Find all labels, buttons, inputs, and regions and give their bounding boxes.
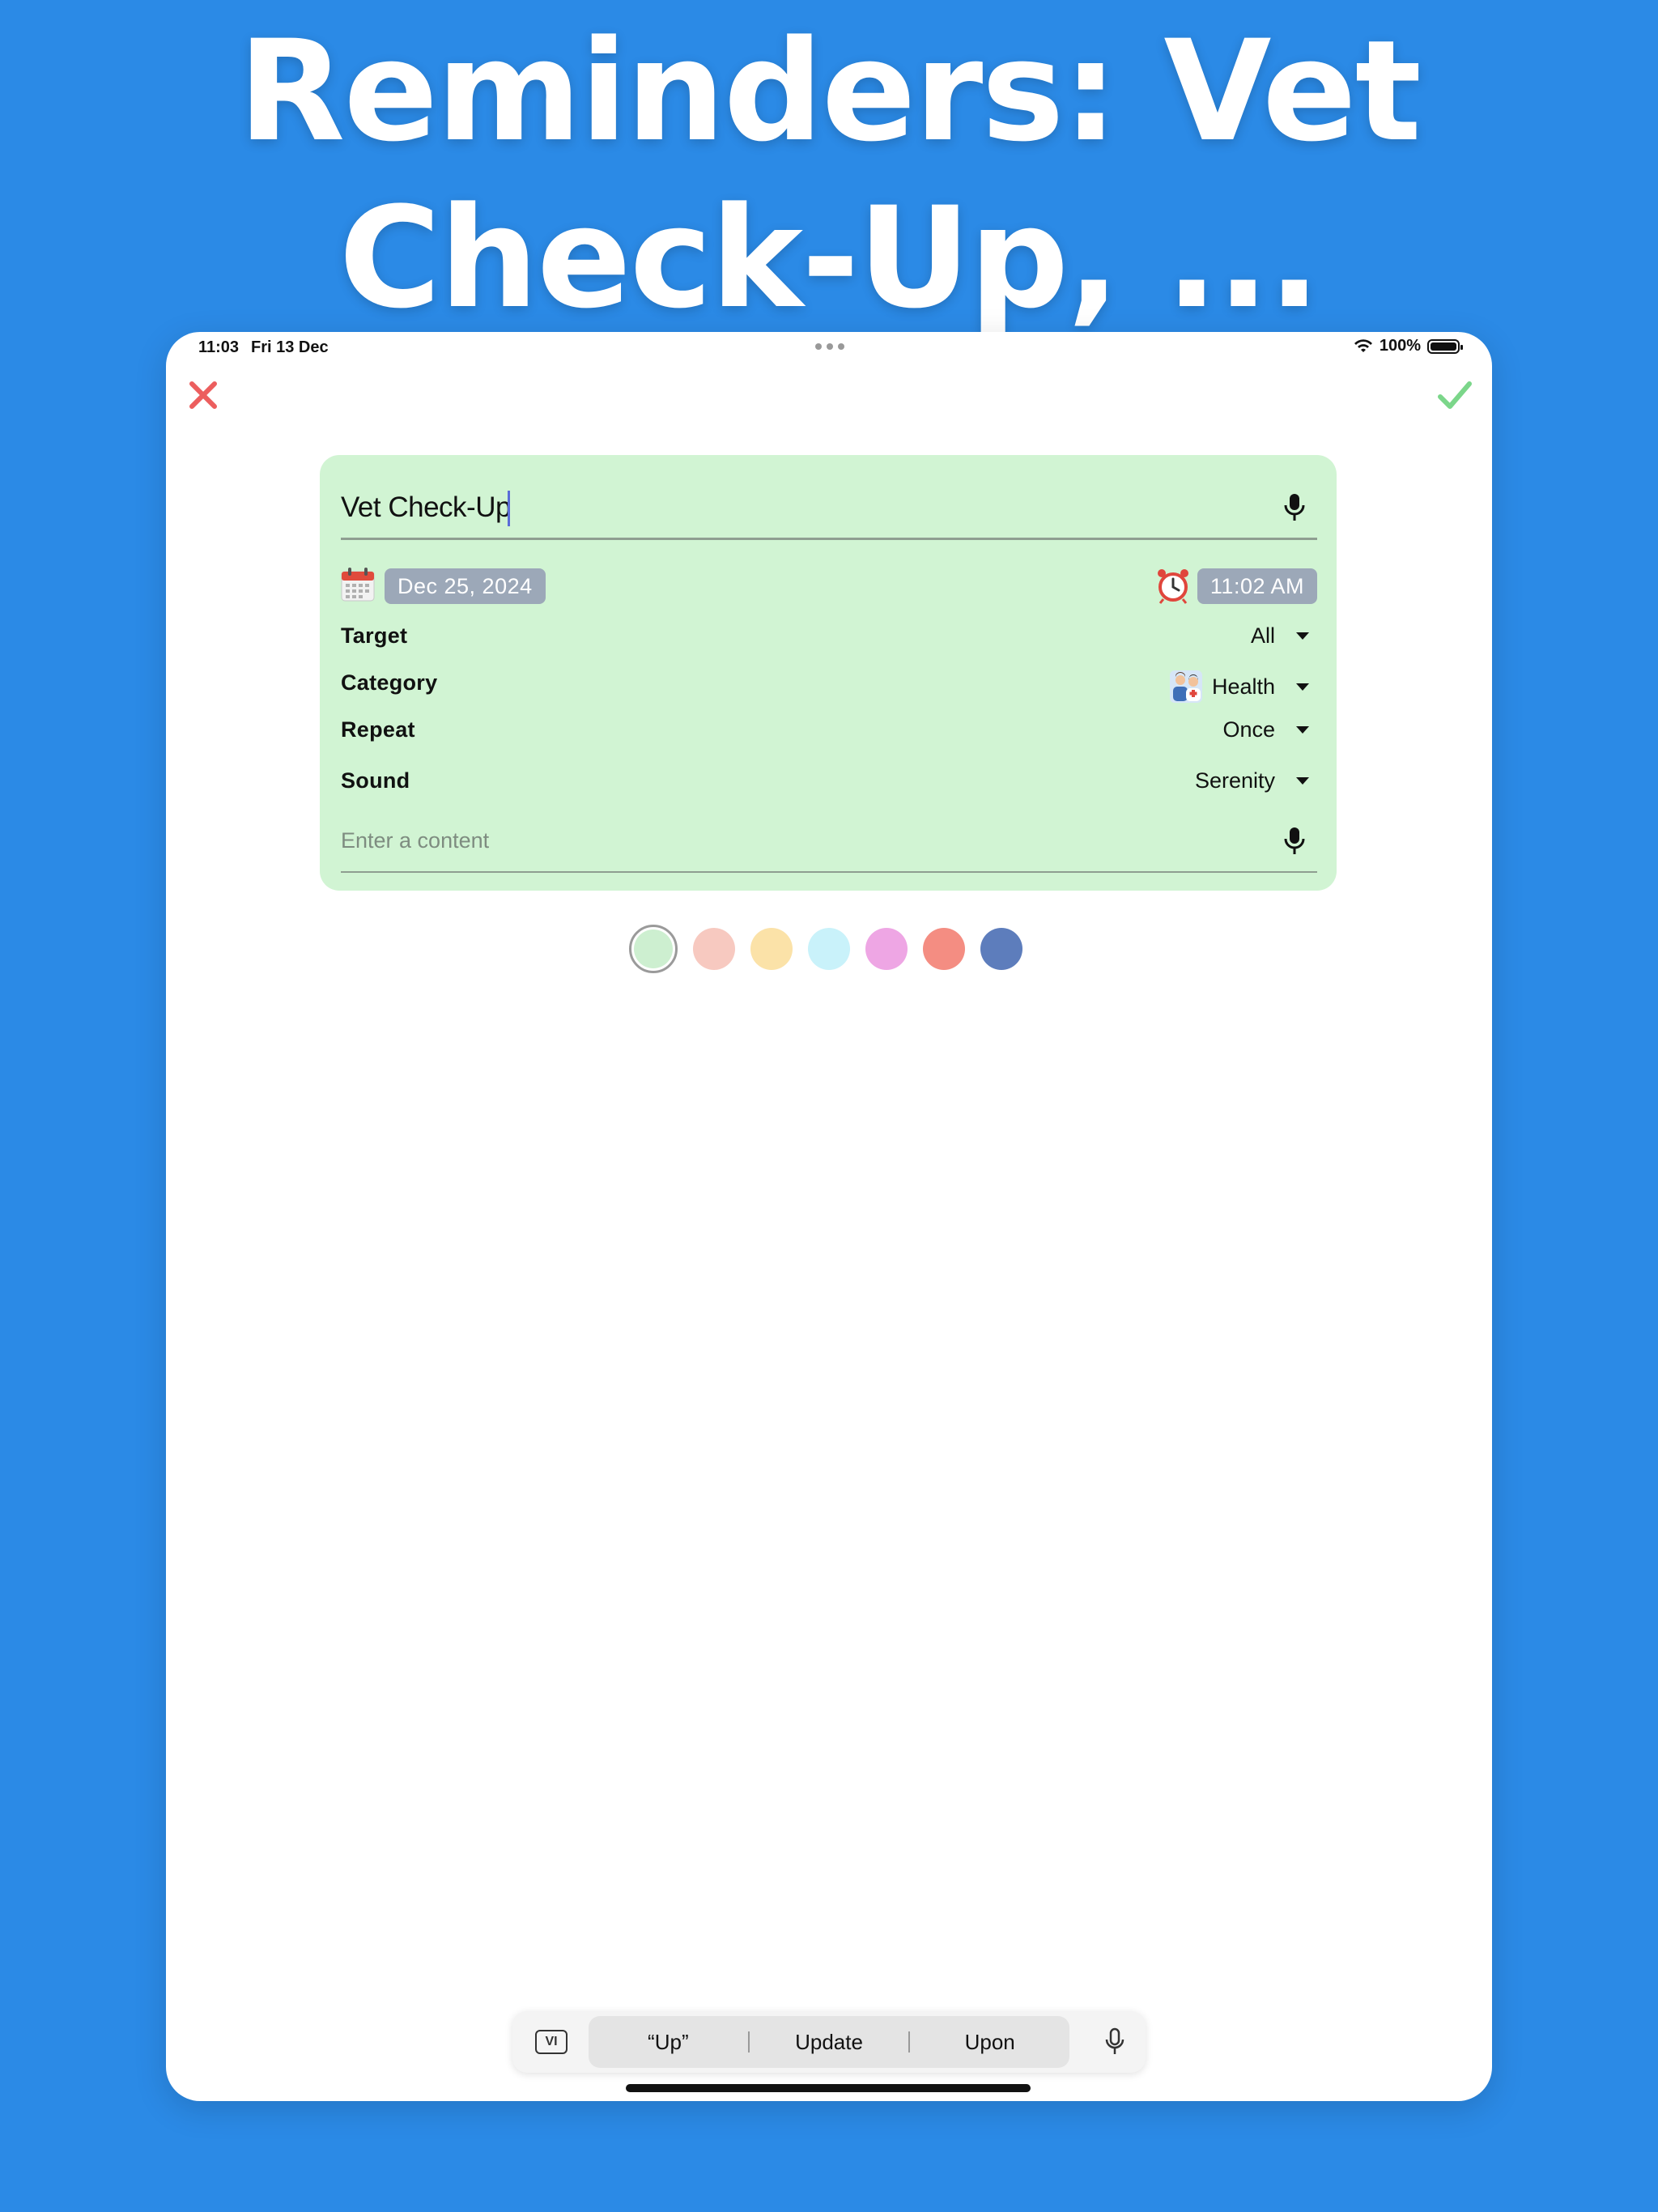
status-date: Fri 13 Dec	[251, 338, 329, 356]
color-swatch-peach[interactable]	[693, 928, 735, 970]
calendar-icon	[341, 568, 375, 602]
wifi-icon	[1354, 338, 1372, 352]
save-button[interactable]	[1432, 372, 1477, 418]
target-dropdown[interactable]: All	[1251, 623, 1309, 649]
color-swatch-green[interactable]	[629, 925, 678, 973]
status-right: 100%	[1354, 337, 1463, 355]
title-input[interactable]	[341, 487, 1248, 528]
datetime-row: Dec 25, 2024 11:02 AM	[341, 567, 1317, 604]
category-label: Category	[341, 670, 438, 695]
text-caret	[508, 491, 510, 526]
setting-row-sound: Sound Serenity	[341, 765, 1317, 801]
home-indicator[interactable]	[626, 2084, 1031, 2092]
chevron-down-icon	[1296, 683, 1309, 691]
content-field-row	[341, 811, 1317, 873]
multitasking-dots-icon[interactable]	[815, 343, 844, 350]
sound-value: Serenity	[1194, 768, 1275, 793]
date-picker-button[interactable]: Dec 25, 2024	[385, 568, 546, 604]
color-swatch-cyan[interactable]	[808, 928, 850, 970]
chevron-down-icon	[1296, 632, 1309, 640]
color-swatch-yellow[interactable]	[750, 928, 793, 970]
color-swatch-blue[interactable]	[980, 928, 1022, 970]
keyboard-suggestion-bar: VI “Up” Update Upon	[512, 2011, 1146, 2073]
color-picker	[629, 925, 1022, 973]
device-screen: 11:03 Fri 13 Dec 100% Vet Check-Up Dec 2…	[166, 332, 1492, 2101]
color-swatch-pink[interactable]	[865, 928, 908, 970]
checkmark-icon	[1438, 381, 1472, 409]
keyboard-language-button[interactable]: VI	[535, 2030, 568, 2054]
status-time: 11:03	[198, 338, 240, 356]
alarm-clock-icon	[1158, 569, 1188, 604]
suggestion-2[interactable]: Update	[750, 2030, 909, 2055]
setting-row-target: Target All	[341, 620, 1317, 656]
predictive-suggestions: “Up” Update Upon	[589, 2016, 1069, 2068]
battery-percent: 100%	[1379, 337, 1421, 355]
title-field-row	[341, 479, 1317, 540]
content-input[interactable]	[341, 823, 1231, 858]
chevron-down-icon	[1296, 726, 1309, 734]
reminder-card: Dec 25, 2024 11:02 AM Target All Categor…	[320, 455, 1337, 891]
sound-label: Sound	[341, 768, 410, 793]
color-swatch-coral[interactable]	[923, 928, 965, 970]
health-icon	[1169, 670, 1202, 703]
sound-dropdown[interactable]: Serenity	[1195, 768, 1309, 793]
target-label: Target	[341, 623, 408, 648]
repeat-value: Once	[1222, 717, 1275, 742]
headline: Reminders: Vet Check-Up, ...	[0, 0, 1658, 339]
repeat-dropdown[interactable]: Once	[1222, 717, 1309, 742]
dictation-mic-icon[interactable]	[1105, 2027, 1124, 2057]
close-icon	[189, 381, 217, 409]
repeat-label: Repeat	[341, 717, 415, 742]
battery-icon	[1427, 338, 1463, 354]
suggestion-1[interactable]: “Up”	[589, 2030, 748, 2055]
category-dropdown[interactable]: Health	[1169, 670, 1309, 703]
headline-line-1: Reminders: Vet	[238, 10, 1422, 172]
time-picker-button[interactable]: 11:02 AM	[1197, 568, 1317, 604]
category-value: Health	[1211, 674, 1275, 699]
content-mic-icon[interactable]	[1283, 826, 1306, 857]
suggestion-3[interactable]: Upon	[910, 2030, 1069, 2055]
setting-row-category: Category Health	[341, 667, 1317, 703]
headline-line-2: Check-Up, ...	[338, 177, 1320, 339]
close-button[interactable]	[181, 372, 226, 418]
setting-row-repeat: Repeat Once	[341, 714, 1317, 750]
title-mic-icon[interactable]	[1283, 492, 1306, 523]
chevron-down-icon	[1296, 777, 1309, 785]
status-bar: 11:03 Fri 13 Dec 100%	[166, 332, 1492, 364]
target-value: All	[1250, 623, 1275, 648]
